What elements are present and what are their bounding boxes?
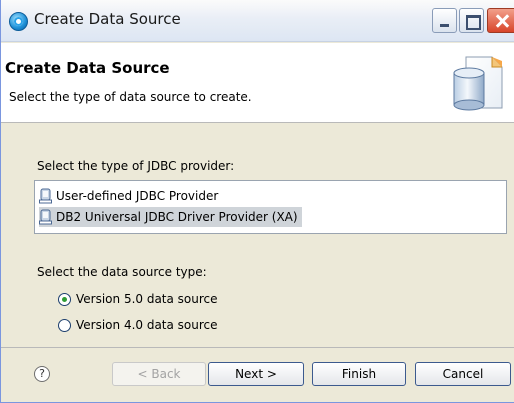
next-button[interactable]: Next > — [208, 362, 304, 386]
data-source-type-label: Select the data source type: — [37, 265, 207, 279]
page-description: Select the type of data source to create… — [9, 90, 252, 104]
create-data-source-window: Create Data Source Create Data Source Se… — [0, 0, 514, 403]
page-title: Create Data Source — [5, 59, 170, 77]
list-item-label: DB2 Universal JDBC Driver Provider (XA) — [56, 210, 298, 224]
help-icon[interactable]: ? — [34, 366, 50, 382]
radio-label: Version 5.0 data source — [76, 292, 218, 306]
finish-button[interactable]: Finish — [312, 362, 406, 386]
back-button[interactable]: < Back — [112, 362, 206, 386]
footer-divider — [1, 347, 514, 348]
jdbc-provider-icon — [39, 188, 52, 204]
radio-button-checked[interactable] — [58, 292, 71, 306]
provider-label: Select the type of JDBC provider: — [37, 159, 235, 173]
list-item-db2-universal-provider[interactable]: DB2 Universal JDBC Driver Provider (XA) — [39, 207, 302, 227]
maximize-button[interactable] — [459, 8, 484, 33]
database-icon — [453, 56, 503, 111]
jdbc-provider-icon — [39, 209, 52, 225]
title-bar[interactable]: Create Data Source — [1, 0, 514, 42]
app-icon — [9, 12, 28, 31]
close-button[interactable] — [487, 8, 514, 33]
radio-version-4[interactable]: Version 4.0 data source — [58, 316, 218, 334]
radio-button-unchecked[interactable] — [58, 318, 71, 332]
list-item-label: User-defined JDBC Provider — [56, 189, 219, 203]
radio-label: Version 4.0 data source — [76, 318, 218, 332]
wizard-header: Create Data Source Select the type of da… — [1, 43, 514, 123]
window-title: Create Data Source — [34, 10, 181, 28]
minimize-button[interactable] — [432, 8, 457, 33]
radio-version-5[interactable]: Version 5.0 data source — [58, 290, 218, 308]
list-item-user-defined-provider[interactable]: User-defined JDBC Provider — [39, 186, 222, 206]
provider-list[interactable]: User-defined JDBC Provider DB2 Universal… — [34, 180, 507, 234]
cancel-button[interactable]: Cancel — [415, 362, 511, 386]
